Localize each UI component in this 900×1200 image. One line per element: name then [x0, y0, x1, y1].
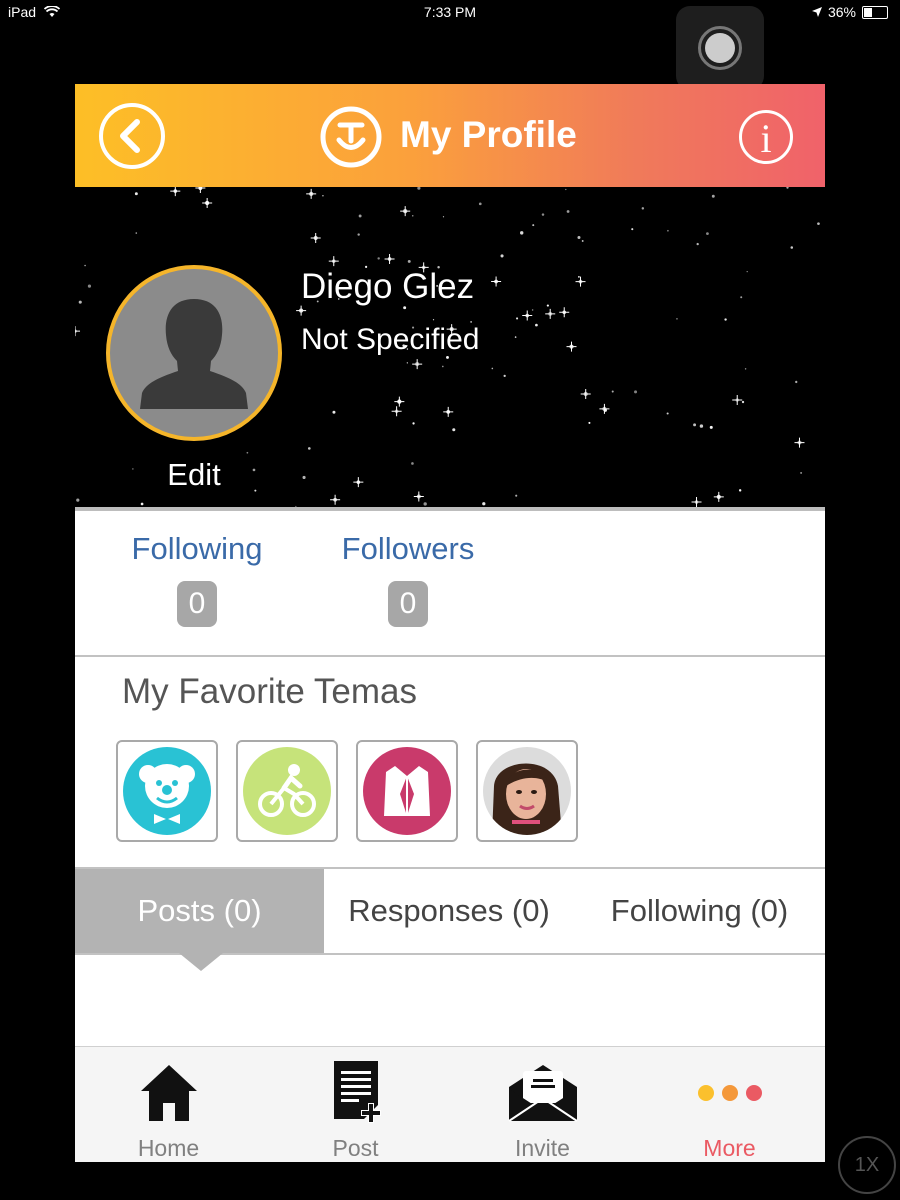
tab-bar-label: Invite: [515, 1135, 570, 1161]
battery-fill: [864, 7, 872, 17]
tab-bar-home[interactable]: Home: [75, 1047, 262, 1162]
assistive-touch-button[interactable]: [676, 6, 764, 90]
favorite-tema-person[interactable]: [476, 740, 578, 842]
envelope-icon: [507, 1065, 578, 1122]
status-bar: iPad 7:33 PM 36%: [0, 0, 900, 24]
profile-subtitle: Not Specified: [301, 323, 480, 356]
app-window: My Profile i Edit Diego Glez Not Specifi…: [75, 84, 825, 1162]
status-right: 36%: [811, 4, 888, 20]
followers-label: Followers: [341, 531, 475, 566]
battery-percent: 36%: [827, 4, 856, 20]
active-tab-pointer: [179, 953, 223, 971]
page-title: My Profile: [400, 114, 577, 155]
battery-icon: [862, 5, 888, 19]
temas-logo-icon: [320, 106, 382, 168]
tab-bar-label: Home: [137, 1135, 200, 1161]
info-icon: i: [760, 116, 772, 161]
following-label: Following: [131, 531, 263, 566]
avatar[interactable]: [106, 265, 282, 441]
suit-jacket-icon: [363, 747, 451, 835]
location-arrow-icon: [811, 7, 822, 17]
favorites-title: My Favorite Temas: [122, 672, 417, 711]
edit-avatar-link[interactable]: Edit: [139, 457, 249, 493]
favorite-tema-fashion[interactable]: [356, 740, 458, 842]
woman-photo-icon: [483, 747, 571, 835]
header-bar: My Profile i: [75, 84, 825, 187]
home-icon: [140, 1065, 197, 1121]
person-silhouette-icon: [140, 299, 248, 409]
new-post-icon: [333, 1061, 381, 1123]
clown-icon: [123, 747, 211, 835]
status-time: 7:33 PM: [423, 4, 477, 20]
tab-bar-label: More: [703, 1135, 756, 1161]
profile-banner: Edit Diego Glez Not Specified: [75, 187, 825, 507]
info-button[interactable]: i: [739, 110, 793, 164]
following-count-badge: 0: [177, 581, 217, 627]
divider: [75, 655, 825, 657]
assistive-touch-dot: [705, 33, 735, 63]
favorite-tema-cycling[interactable]: [236, 740, 338, 842]
profile-name: Diego Glez: [301, 267, 475, 306]
tab-bar-label: Post: [332, 1135, 379, 1161]
more-dots-icon: [697, 1085, 762, 1101]
tab-responses[interactable]: Responses (0): [324, 869, 574, 953]
back-button[interactable]: [99, 103, 165, 169]
bottom-tab-bar: Home Post Invite More: [75, 1046, 825, 1162]
followers-stat[interactable]: Followers 0: [333, 531, 483, 627]
zoom-badge[interactable]: 1X: [838, 1136, 896, 1194]
favorite-tema-clown[interactable]: [116, 740, 218, 842]
tab-following[interactable]: Following (0): [574, 869, 825, 953]
following-stat[interactable]: Following 0: [122, 531, 272, 627]
followers-count-badge: 0: [388, 581, 428, 627]
tab-bar-invite[interactable]: Invite: [449, 1047, 636, 1162]
tab-posts[interactable]: Posts (0): [75, 869, 324, 953]
cyclist-icon: [243, 747, 331, 835]
banner-divider: [75, 507, 825, 511]
back-arrow-icon: [120, 119, 140, 153]
tab-bar-post[interactable]: Post: [262, 1047, 449, 1162]
tab-bar-more[interactable]: More: [636, 1047, 823, 1162]
